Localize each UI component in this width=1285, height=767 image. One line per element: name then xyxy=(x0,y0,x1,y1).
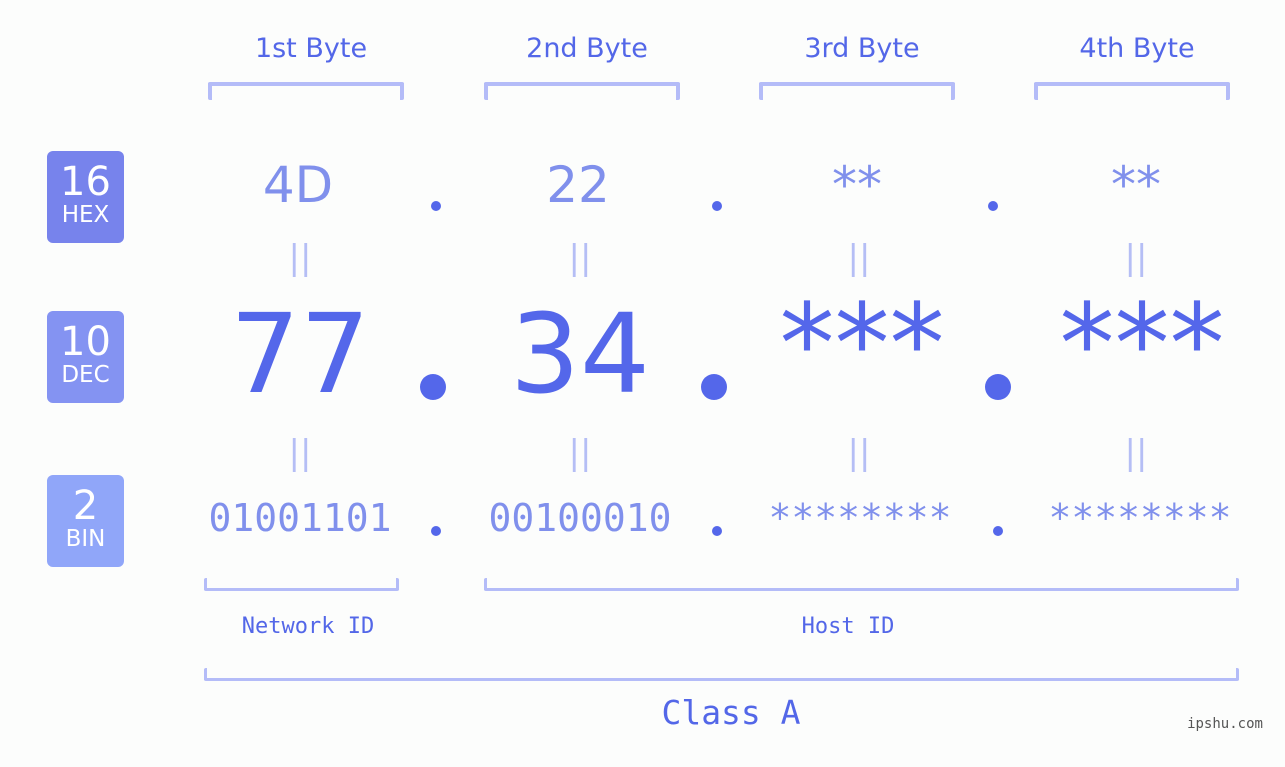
bin-value-2: 00100010 xyxy=(488,496,672,540)
class-label: Class A xyxy=(661,693,801,732)
dec-label: DEC xyxy=(61,362,110,388)
equals-icon: || xyxy=(847,238,871,278)
bin-value-3: ******** xyxy=(768,496,952,540)
byte-bracket-2 xyxy=(484,82,680,100)
byte-header-4: 4th Byte xyxy=(1079,33,1195,64)
host-bracket xyxy=(484,578,1239,591)
byte-header-2: 2nd Byte xyxy=(526,33,648,64)
hex-value-4: ** xyxy=(1111,156,1161,214)
bin-dot-3 xyxy=(993,526,1003,536)
equals-icon: || xyxy=(1124,238,1148,278)
dec-dot-2 xyxy=(701,374,727,400)
byte-bracket-4 xyxy=(1034,82,1230,100)
hex-badge: 16 HEX xyxy=(47,151,124,243)
equals-icon: || xyxy=(288,238,312,278)
dec-base: 10 xyxy=(60,319,111,365)
equals-icon: || xyxy=(568,238,592,278)
class-bracket xyxy=(204,668,1239,681)
bin-value-1: 01001101 xyxy=(208,496,392,540)
equals-icon: || xyxy=(288,433,312,473)
byte-bracket-1 xyxy=(208,82,404,100)
dec-dot-3 xyxy=(985,374,1011,400)
bin-label: BIN xyxy=(65,526,106,552)
equals-icon: || xyxy=(847,433,871,473)
dec-dot-1 xyxy=(420,374,446,400)
hex-base: 16 xyxy=(60,159,111,205)
hex-label: HEX xyxy=(61,202,110,228)
watermark: ipshu.com xyxy=(1187,716,1263,732)
network-bracket xyxy=(204,578,399,591)
hex-dot-3 xyxy=(988,201,998,211)
hex-value-2: 22 xyxy=(546,156,610,214)
byte-header-3: 3rd Byte xyxy=(804,33,920,64)
hex-dot-2 xyxy=(712,201,722,211)
bin-dot-1 xyxy=(431,526,441,536)
bin-base: 2 xyxy=(72,483,99,529)
dec-value-3: *** xyxy=(779,280,945,408)
equals-icon: || xyxy=(1124,433,1148,473)
hex-dot-1 xyxy=(431,201,441,211)
dec-value-1: 77 xyxy=(230,290,370,418)
byte-header-1: 1st Byte xyxy=(254,33,368,64)
hex-value-1: 4D xyxy=(262,156,334,214)
bin-badge: 2 BIN xyxy=(47,475,124,567)
bin-dot-2 xyxy=(712,526,722,536)
hex-value-3: ** xyxy=(832,156,882,214)
dec-value-4: *** xyxy=(1059,280,1225,408)
bin-value-4: ******** xyxy=(1048,496,1232,540)
dec-badge: 10 DEC xyxy=(47,311,124,403)
dec-value-2: 34 xyxy=(510,290,650,418)
host-id-label: Host ID xyxy=(801,614,895,639)
byte-bracket-3 xyxy=(759,82,955,100)
network-id-label: Network ID xyxy=(241,614,375,639)
equals-icon: || xyxy=(568,433,592,473)
